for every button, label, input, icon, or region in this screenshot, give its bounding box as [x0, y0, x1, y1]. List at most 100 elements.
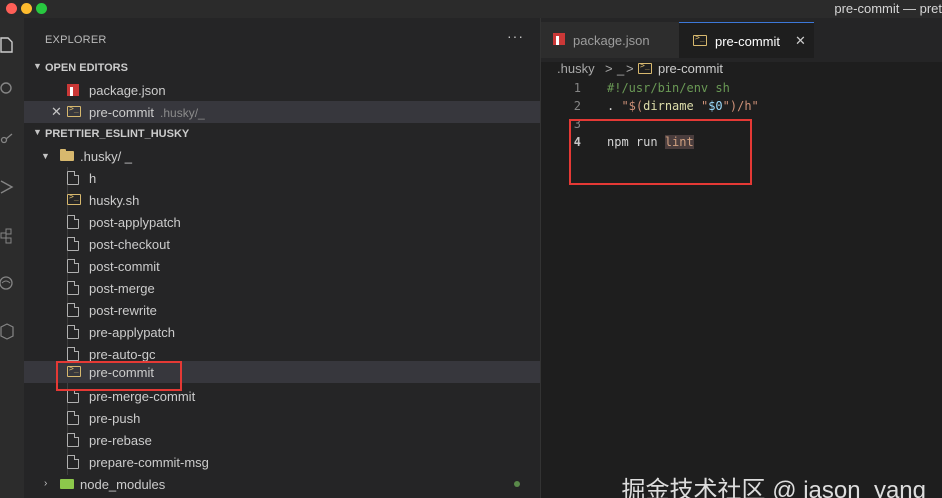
minimize-window-button[interactable] [21, 3, 32, 14]
window-title: pre-commit — pret [834, 1, 942, 16]
more-actions-button[interactable]: ··· [507, 28, 524, 44]
file-icon [67, 433, 79, 447]
code-token: . [607, 99, 622, 113]
highlight-box [56, 361, 182, 391]
file-item[interactable]: husky.sh [24, 189, 540, 211]
tab-label: pre-commit [715, 34, 781, 49]
file-item[interactable]: post-checkout [24, 233, 540, 255]
folder-suffix: / _ [117, 149, 133, 164]
file-icon [67, 325, 79, 339]
node-folder-icon [60, 479, 74, 489]
open-editor-item[interactable]: package.json [24, 79, 540, 101]
file-item[interactable]: post-commit [24, 255, 540, 277]
file-icon [67, 389, 79, 403]
file-label: pre-push [89, 411, 141, 426]
npm-icon [553, 33, 565, 45]
run-debug-icon[interactable] [0, 178, 14, 196]
file-icon [67, 281, 79, 295]
file-label: pre-applypatch [89, 325, 175, 340]
file-label: husky.sh [89, 193, 140, 208]
breadcrumb-folder[interactable]: .husky [557, 61, 595, 76]
code-token: "$( [621, 99, 644, 113]
breadcrumb: .husky > _ > pre-commit [541, 58, 942, 80]
file-label: pre-auto-gc [89, 347, 156, 362]
code-line[interactable]: 1 #!/usr/bin/env sh [541, 80, 942, 98]
folder-name: node_modules [80, 477, 166, 492]
remote-explorer-icon[interactable] [0, 274, 14, 292]
open-editor-description: .husky/_ [160, 106, 205, 120]
chevron-down-icon: ▼ [41, 151, 50, 161]
code-token: $0 [708, 99, 723, 113]
folder-icon [60, 149, 74, 161]
terminal-file-icon [638, 61, 652, 74]
file-icon [67, 411, 79, 425]
file-item[interactable]: prepare-commit-msg [24, 451, 540, 473]
npm-icon [67, 84, 79, 96]
file-icon [67, 215, 79, 229]
tab-package-json[interactable]: package.json [541, 22, 679, 58]
code-text: #!/usr/bin/env sh [607, 81, 730, 95]
workspace-label: PRETTIER_ESLINT_HUSKY [45, 128, 190, 140]
maximize-window-button[interactable] [36, 3, 47, 14]
open-editor-label: package.json [89, 83, 166, 98]
file-label: post-rewrite [89, 303, 157, 318]
chevron-down-icon: ▼ [33, 61, 42, 71]
explorer-sidebar: EXPLORER ··· ▼ OPEN EDITORS package.json… [24, 18, 540, 498]
code-token: ")/h" [722, 99, 759, 113]
file-label: post-commit [89, 259, 160, 274]
tab-label: package.json [573, 33, 650, 48]
breadcrumb-file[interactable]: pre-commit [658, 61, 723, 76]
breadcrumb-separator: > [626, 61, 634, 76]
tab-pre-commit[interactable]: pre-commit ✕ [679, 22, 814, 58]
open-editors-label: OPEN EDITORS [45, 62, 128, 74]
watermark: 掘金技术社区 @ jason_yang [621, 477, 926, 498]
editor-area: package.json pre-commit ✕ .husky > _ > p… [540, 18, 942, 498]
open-editor-label: pre-commit [89, 105, 155, 120]
file-icon [67, 237, 79, 251]
modified-dot-icon [514, 481, 520, 487]
title-bar: pre-commit — pret [0, 0, 942, 18]
explorer-title: EXPLORER [45, 34, 107, 46]
database-icon[interactable] [0, 322, 14, 340]
folder-node-modules[interactable]: › node_modules [24, 473, 540, 495]
file-item[interactable]: h [24, 167, 540, 189]
file-label: post-merge [89, 281, 155, 296]
code-line[interactable]: 2 . "$(dirname "$0")/h" [541, 98, 942, 116]
workspace-section[interactable]: ▼ PRETTIER_ESLINT_HUSKY [24, 123, 540, 145]
close-window-button[interactable] [6, 3, 17, 14]
file-item[interactable]: pre-applypatch [24, 321, 540, 343]
file-icon [67, 303, 79, 317]
source-control-icon[interactable] [0, 128, 14, 146]
chevron-right-icon: › [44, 478, 48, 489]
breadcrumb-separator: > [605, 61, 613, 76]
file-item[interactable]: pre-push [24, 407, 540, 429]
chevron-down-icon: ▼ [33, 127, 42, 137]
file-label: pre-rebase [89, 433, 152, 448]
file-item[interactable]: post-applypatch [24, 211, 540, 233]
code-token: dirname [643, 99, 694, 113]
extensions-icon[interactable] [0, 226, 14, 244]
line-number: 1 [573, 81, 581, 95]
highlight-box [569, 119, 752, 185]
open-editors-section[interactable]: ▼ OPEN EDITORS [24, 57, 540, 79]
close-icon[interactable]: ✕ [795, 33, 806, 49]
tab-bar: package.json pre-commit ✕ [541, 18, 942, 62]
files-icon[interactable] [0, 36, 14, 54]
terminal-file-icon [67, 192, 81, 205]
file-item[interactable]: post-merge [24, 277, 540, 299]
file-icon [67, 259, 79, 273]
line-number: 2 [573, 99, 581, 113]
file-icon [67, 347, 79, 361]
file-label: post-checkout [89, 237, 170, 252]
file-icon [67, 171, 79, 185]
file-item[interactable]: pre-rebase [24, 429, 540, 451]
terminal-file-icon [67, 104, 81, 117]
close-icon[interactable]: ✕ [51, 104, 62, 120]
open-editor-item-active[interactable]: ✕ pre-commit .husky/_ [24, 101, 540, 123]
file-label: h [89, 171, 97, 186]
file-item[interactable]: post-rewrite [24, 299, 540, 321]
folder-husky[interactable]: ▼ .husky/ _ [24, 145, 540, 167]
search-icon[interactable] [0, 80, 14, 98]
breadcrumb-subfolder[interactable]: _ [617, 61, 624, 76]
